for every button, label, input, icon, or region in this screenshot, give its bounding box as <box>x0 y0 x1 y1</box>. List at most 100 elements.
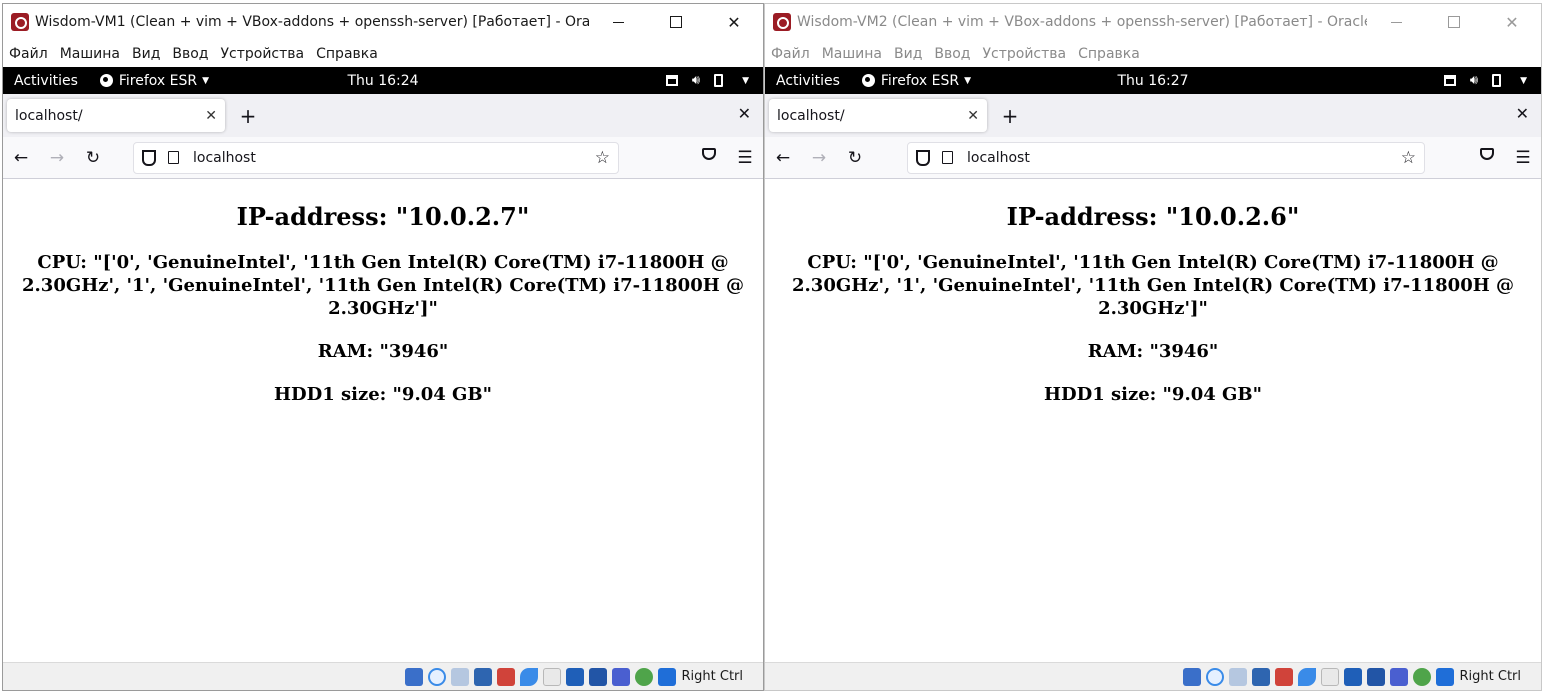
maximize-button[interactable] <box>647 4 705 40</box>
menu-input[interactable]: Ввод <box>172 46 208 62</box>
mouse-integration-icon[interactable] <box>1435 667 1454 686</box>
hdd-info: HDD1 size: "9.04 GB" <box>1043 384 1263 405</box>
remote-display-icon[interactable] <box>1389 667 1408 686</box>
app-menu-label: Firefox ESR <box>880 72 960 89</box>
hamburger-menu-icon[interactable]: ☰ <box>727 148 763 168</box>
page-content: IP-address: "10.0.2.6" CPU: "['0', 'Genu… <box>765 180 1541 662</box>
activities-button[interactable]: Activities <box>776 73 840 89</box>
audio-icon[interactable] <box>1228 667 1247 686</box>
forward-arrow-icon[interactable]: → <box>801 148 837 168</box>
host-key-label[interactable]: Right Ctrl <box>1460 669 1522 684</box>
menu-help[interactable]: Справка <box>1078 46 1140 62</box>
minimize-button[interactable] <box>1367 4 1425 40</box>
network-adapter-icon[interactable] <box>1251 667 1270 686</box>
firefox-tab-bar: localhost/ ✕ + ✕ <box>3 94 763 137</box>
tracking-shield-icon[interactable] <box>916 149 930 166</box>
volume-icon: 🔊︎ <box>1469 73 1479 88</box>
menu-file[interactable]: Файл <box>9 46 48 62</box>
host-key-label[interactable]: Right Ctrl <box>682 669 744 684</box>
minimize-icon <box>1390 21 1402 23</box>
remote-display-icon[interactable] <box>611 667 630 686</box>
menu-devices[interactable]: Устройства <box>221 46 305 62</box>
tracking-shield-icon[interactable] <box>142 149 156 166</box>
new-tab-plus-icon[interactable]: + <box>995 99 1025 132</box>
tab-localhost[interactable]: localhost/ ✕ <box>7 99 225 132</box>
reload-icon[interactable]: ↻ <box>837 148 873 168</box>
app-menu-button[interactable]: Firefox ESR ▼ <box>99 72 209 89</box>
pocket-icon[interactable] <box>1469 147 1505 168</box>
shared-folders-icon[interactable] <box>1297 667 1316 686</box>
mouse-integration-icon[interactable] <box>657 667 676 686</box>
close-button[interactable]: ✕ <box>1483 4 1541 40</box>
cpu-activity-icon[interactable] <box>634 667 653 686</box>
firefox-nav-bar: ← → ↻ localhost ☆ ☰ <box>3 137 763 179</box>
hamburger-menu-icon[interactable]: ☰ <box>1505 148 1541 168</box>
hard-disk-icon[interactable] <box>1182 667 1201 686</box>
vm2-title-bar[interactable]: Wisdom-VM2 (Clean + vim + VBox-addons + … <box>765 4 1541 40</box>
bookmark-star-icon[interactable]: ☆ <box>1401 148 1416 168</box>
network-adapter-icon[interactable] <box>473 667 492 686</box>
url-text[interactable]: localhost <box>967 150 1401 166</box>
minimize-button[interactable] <box>589 4 647 40</box>
system-tray[interactable]: 🔊︎ ▼ <box>1443 73 1527 88</box>
usb-icon[interactable] <box>496 667 515 686</box>
menu-input[interactable]: Ввод <box>934 46 970 62</box>
optical-drive-icon[interactable] <box>427 667 446 686</box>
app-menu-button[interactable]: Firefox ESR ▼ <box>861 72 971 89</box>
close-icon: ✕ <box>1505 12 1519 32</box>
app-menu-label: Firefox ESR <box>118 72 198 89</box>
tab-label: localhost/ <box>777 107 845 124</box>
menu-view[interactable]: Вид <box>132 46 160 62</box>
ram-info: RAM: "3946" <box>1087 341 1219 362</box>
usb-icon[interactable] <box>1274 667 1293 686</box>
drag-and-drop-icon[interactable] <box>1320 667 1339 686</box>
system-tray[interactable]: 🔊︎ ▼ <box>665 73 749 88</box>
tab-label: localhost/ <box>15 107 83 124</box>
display-icon[interactable] <box>565 667 584 686</box>
menu-help[interactable]: Справка <box>316 46 378 62</box>
hard-disk-icon[interactable] <box>404 667 423 686</box>
recording-icon[interactable] <box>1366 667 1385 686</box>
menu-machine[interactable]: Машина <box>60 46 120 62</box>
close-window-icon[interactable]: ✕ <box>1516 104 1529 123</box>
menu-file[interactable]: Файл <box>771 46 810 62</box>
gnome-top-bar: Activities Firefox ESR ▼ Thu 16:27 🔊︎ ▼ <box>765 67 1541 94</box>
pocket-icon[interactable] <box>691 147 727 168</box>
tab-localhost[interactable]: localhost/ ✕ <box>769 99 987 132</box>
page-icon[interactable] <box>942 151 953 164</box>
cpu-activity-icon[interactable] <box>1412 667 1431 686</box>
maximize-icon <box>1448 16 1460 28</box>
cpu-info: CPU: "['0', 'GenuineIntel', '11th Gen In… <box>22 252 744 319</box>
back-arrow-icon[interactable]: ← <box>3 148 39 168</box>
nav-right-controls: ☰ <box>1469 147 1541 168</box>
url-bar[interactable]: localhost ☆ <box>907 141 1425 174</box>
vm1-window[interactable]: Wisdom-VM1 (Clean + vim + VBox-addons + … <box>2 3 764 691</box>
close-tab-icon[interactable]: ✕ <box>967 108 979 124</box>
back-arrow-icon[interactable]: ← <box>765 148 801 168</box>
url-bar[interactable]: localhost ☆ <box>133 141 619 174</box>
maximize-button[interactable] <box>1425 4 1483 40</box>
new-tab-plus-icon[interactable]: + <box>233 99 263 132</box>
display-icon[interactable] <box>1343 667 1362 686</box>
bookmark-star-icon[interactable]: ☆ <box>595 148 610 168</box>
vm1-title-bar[interactable]: Wisdom-VM1 (Clean + vim + VBox-addons + … <box>3 4 763 40</box>
close-window-icon[interactable]: ✕ <box>738 104 751 123</box>
vm2-window-title: Wisdom-VM2 (Clean + vim + VBox-addons + … <box>797 14 1367 30</box>
recording-icon[interactable] <box>588 667 607 686</box>
optical-drive-icon[interactable] <box>1205 667 1224 686</box>
shared-folders-icon[interactable] <box>519 667 538 686</box>
menu-machine[interactable]: Машина <box>822 46 882 62</box>
vm2-window[interactable]: Wisdom-VM2 (Clean + vim + VBox-addons + … <box>764 3 1542 691</box>
menu-view[interactable]: Вид <box>894 46 922 62</box>
hdd-info: HDD1 size: "9.04 GB" <box>273 384 493 405</box>
menu-devices[interactable]: Устройства <box>983 46 1067 62</box>
close-tab-icon[interactable]: ✕ <box>205 108 217 124</box>
activities-button[interactable]: Activities <box>14 73 78 89</box>
drag-and-drop-icon[interactable] <box>542 667 561 686</box>
url-text[interactable]: localhost <box>193 150 595 166</box>
audio-icon[interactable] <box>450 667 469 686</box>
page-icon[interactable] <box>168 151 179 164</box>
close-button[interactable]: ✕ <box>705 4 763 40</box>
forward-arrow-icon[interactable]: → <box>39 148 75 168</box>
reload-icon[interactable]: ↻ <box>75 148 111 168</box>
